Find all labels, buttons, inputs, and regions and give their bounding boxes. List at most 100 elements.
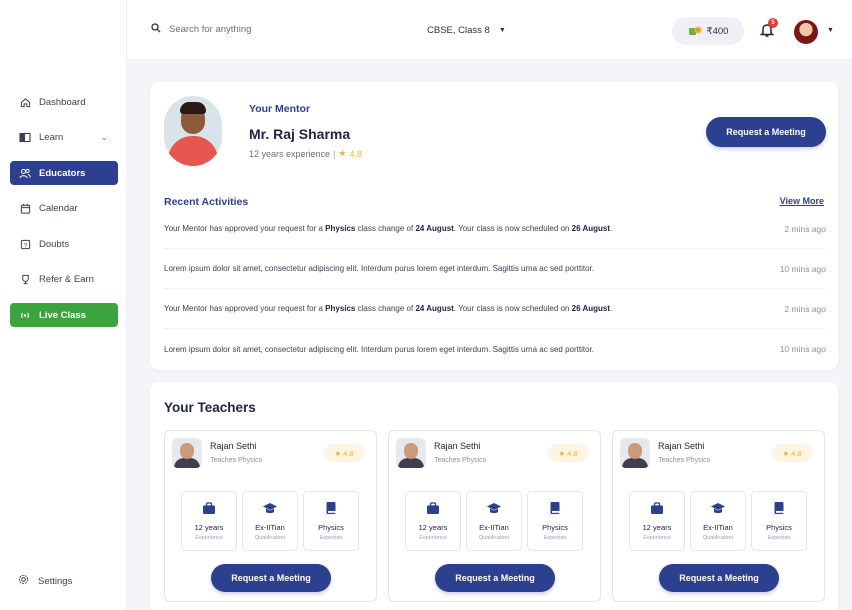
sidebar-item-doubts[interactable]: ? Doubts (10, 232, 118, 256)
gear-icon (18, 574, 29, 588)
stat-experience: 12 years Experience (181, 491, 237, 551)
sidebar-item-refer-earn[interactable]: Refer & Earn (10, 268, 118, 292)
activity-row: Lorem ipsum dolor sit amet, consectetur … (164, 329, 826, 369)
sidebar-item-educators[interactable]: Educators (10, 161, 118, 185)
mentor-meta: 12 years experience | ★ 4.8 (249, 148, 362, 159)
sidebar-item-label: Educators (39, 167, 86, 179)
sidebar-item-label: Live Class (39, 309, 86, 321)
activity-text-part: . Your class is now scheduled on (453, 224, 572, 233)
calendar-icon (18, 202, 32, 216)
stat-qualification: Ex-IITian Qualification (690, 491, 746, 551)
activity-time: 2 mins ago (784, 303, 826, 314)
stat-expertise: Physics Expertise (527, 491, 583, 551)
question-icon: ? (18, 237, 32, 251)
caret-down-icon: ▼ (498, 27, 506, 34)
activity-highlight: Physics (325, 224, 356, 233)
activity-time: 10 mins ago (779, 263, 826, 274)
sidebar-item-calendar[interactable]: Calendar (10, 197, 118, 221)
teacher-stats: 12 years Experience Ex-IITian Qualification… (181, 491, 359, 551)
sidebar-item-label: Refer & Earn (39, 274, 94, 285)
star-icon: ★ (782, 448, 792, 458)
activity-highlight: Physics (325, 304, 356, 313)
activity-row: Lorem ipsum dolor sit amet, consectetur … (164, 249, 826, 289)
mentor-label: Your Mentor (249, 103, 311, 115)
stat-value: Physics (542, 523, 568, 532)
teacher-name: Rajan Sethi (434, 441, 481, 451)
activity-time: 2 mins ago (784, 223, 826, 234)
activity-text: Lorem ipsum dolor sit amet, consectetur … (164, 345, 594, 354)
stat-experience: 12 years Experience (629, 491, 685, 551)
book-icon (773, 500, 785, 516)
stat-expertise: Physics Expertise (303, 491, 359, 551)
stat-value: 12 years (642, 523, 672, 532)
sidebar-item-learn[interactable]: Learn ⌄ (10, 126, 118, 150)
activity-text-part: class change of (355, 304, 416, 313)
graduation-cap-icon (710, 500, 726, 516)
graduation-cap-icon (262, 500, 278, 516)
activity-highlight: 24 August (415, 224, 454, 233)
stat-label: Expertise (767, 535, 791, 541)
book-icon (325, 500, 337, 516)
sidebar-item-live-class[interactable]: Live Class (10, 303, 118, 327)
teacher-card: Rajan Sethi Teaches Physics ★ 4.8 12 years E… (164, 430, 377, 602)
coins-badge[interactable]: ₹400 (672, 17, 744, 45)
sidebar-item-label: Dashboard (39, 96, 86, 108)
teacher-card: Rajan Sethi Teaches Physics ★ 4.8 12 years E… (388, 430, 601, 602)
svg-text:?: ? (23, 242, 27, 249)
request-meeting-button[interactable]: Request a Meeting (211, 564, 331, 592)
teacher-name: Rajan Sethi (210, 441, 257, 451)
activity-text-part: Your Mentor has approved your request fo… (164, 224, 326, 233)
activity-text: Your Mentor has approved your request fo… (164, 304, 612, 313)
mentor-name: Mr. Raj Sharma (249, 126, 351, 142)
activity-text-part: . (610, 304, 613, 313)
chevron-down-icon: ⌄ (100, 132, 108, 142)
sidebar-item-label: Learn (39, 132, 64, 143)
activity-row: Your Mentor has approved your request fo… (164, 209, 826, 249)
search-input[interactable]: Search for anything (151, 23, 251, 36)
sidebar-nav: Dashboard Learn ⌄ Educators Calendar ? D… (10, 90, 118, 339)
stat-label: Expertise (543, 535, 567, 541)
teacher-photo (172, 438, 202, 468)
recent-activities-title: Recent Activities (164, 196, 249, 208)
activity-text: Lorem ipsum dolor sit amet, consectetur … (164, 264, 594, 273)
activity-text-part: . (610, 224, 613, 233)
graduation-cap-icon (486, 500, 502, 516)
view-more-link[interactable]: View More (780, 196, 824, 206)
home-icon (18, 95, 32, 109)
activity-highlight: 26 August (571, 304, 611, 313)
mentor-rating: 4.8 (349, 148, 362, 159)
stat-label: Expertise (319, 535, 343, 541)
teacher-rating: 4.8 (343, 448, 354, 458)
teacher-rating: 4.8 (567, 448, 578, 458)
teachers-title: Your Teachers (164, 400, 256, 415)
sidebar-item-dashboard[interactable]: Dashboard (10, 90, 118, 114)
stat-value: Physics (318, 523, 344, 532)
notification-button[interactable]: 5 (759, 18, 778, 43)
teacher-rating-badge: ★ 4.8 (548, 444, 588, 462)
briefcase-icon (202, 500, 216, 516)
class-selector[interactable]: CBSE, Class 8 ▼ (427, 25, 506, 36)
request-meeting-button[interactable]: Request a Meeting (706, 117, 826, 147)
request-meeting-button[interactable]: Request a Meeting (435, 564, 555, 592)
request-meeting-button[interactable]: Request a Meeting (659, 564, 779, 592)
book-icon (18, 131, 32, 145)
stat-experience: 12 years Experience (405, 491, 461, 551)
broadcast-icon (18, 308, 32, 322)
stat-qualification: Ex-IITian Qualification (242, 491, 298, 551)
avatar[interactable] (794, 20, 818, 44)
stat-label: Qualification (254, 535, 286, 541)
teacher-subject: Teaches Physics (658, 457, 711, 464)
coins-value: ₹400 (706, 25, 729, 37)
settings-label: Settings (38, 575, 73, 587)
separator: | (333, 148, 336, 159)
top-bar: Search for anything CBSE, Class 8 ▼ ₹400… (127, 0, 852, 60)
notification-badge: 5 (768, 18, 778, 28)
stat-label: Experience (643, 535, 671, 541)
caret-down-icon[interactable]: ▼ (827, 27, 834, 34)
activity-row: Your Mentor has approved your request fo… (164, 289, 826, 329)
sidebar-item-settings[interactable]: Settings (18, 574, 72, 588)
activity-text-part: Lorem ipsum dolor sit amet, consectetur … (164, 344, 594, 354)
stat-label: Qualification (702, 535, 734, 541)
sidebar: Dashboard Learn ⌄ Educators Calendar ? D… (0, 0, 127, 610)
briefcase-icon (426, 500, 440, 516)
